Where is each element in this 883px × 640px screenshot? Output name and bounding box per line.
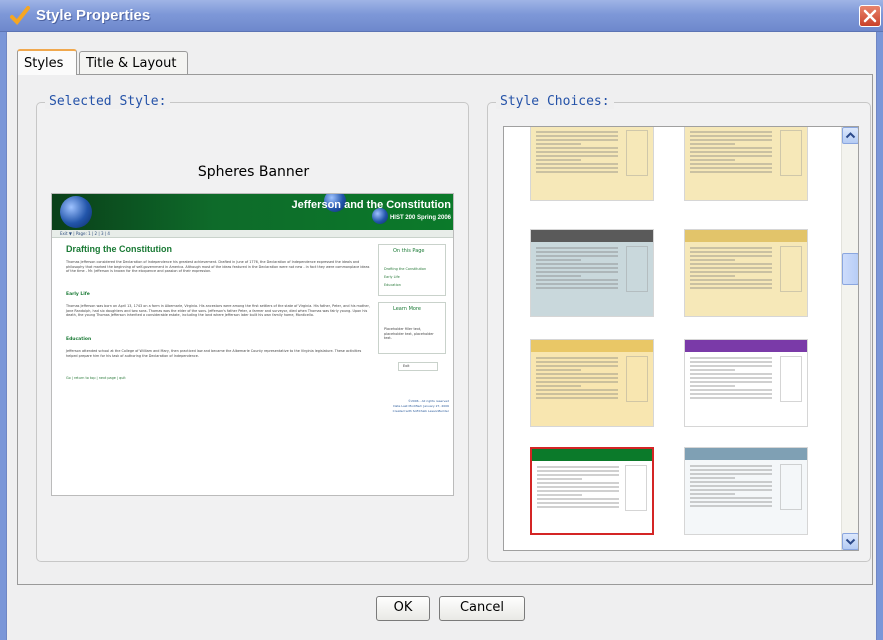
preview-footer-line: Date Last Modified: January 27, 2006 [393,404,449,408]
thumb-sidebar [626,130,648,176]
thumb-text-lines [690,465,772,509]
style-name: Spheres Banner [197,164,310,180]
style-choice-sunburst[interactable] [530,339,654,427]
style-choices-label: Style Choices: [496,94,614,109]
thumb-sidebar [780,356,802,402]
thumb-sidebar [626,246,648,292]
thumb-banner [531,230,653,242]
chevron-up-icon [845,132,856,139]
vertical-scrollbar[interactable] [841,127,858,550]
toc-link: Early Life [384,275,400,279]
thumb-sidebar [780,130,802,176]
dialog-body: Styles Title & Layout Selected Style: Sp… [6,32,877,640]
tab-styles[interactable]: Styles [17,49,77,75]
scroll-down-button[interactable] [842,533,858,550]
thumb-banner [685,448,807,460]
exit-select: Exit [398,362,438,371]
on-this-page-title: On this Page [393,248,425,254]
preview-nav-text: Exit ▼ | Page: 1 | 2 | 3 | 4 [60,231,110,236]
thumb-text-lines [690,131,772,175]
thumb-banner [685,340,807,352]
preview-footer-line: Created with SoftChalk LessonBuilder [392,409,449,413]
preview-subheading: Education [66,337,92,342]
selected-style-group: Selected Style: Spheres Banner Jefferson… [36,94,469,562]
learn-more-box: Learn More Placeholder filler text, plac… [378,302,446,354]
preview-banner-subtitle: HIST 200 Spring 2006 [389,215,451,221]
thumb-sidebar [780,464,802,510]
style-choice-sand[interactable] [684,229,808,317]
style-choice-parchment-a[interactable] [530,127,654,201]
thumb-text-lines [537,466,619,510]
selected-style-label: Selected Style: [45,94,171,109]
window-title: Style Properties [36,7,151,24]
preview-heading: Drafting the Constitution [66,244,172,254]
learn-more-title: Learn More [393,306,421,312]
style-thumbnails [504,127,842,550]
tab-panel: Selected Style: Spheres Banner Jefferson… [17,74,873,585]
preview-banner-title: Jefferson and the Constitution [291,199,452,211]
thumb-banner [531,340,653,352]
sphere-image [60,196,92,228]
style-choice-mosaic[interactable] [684,447,808,535]
ok-button[interactable]: OK [376,596,430,621]
style-choices-list [503,126,859,551]
thumb-banner [532,449,652,461]
close-icon [863,9,877,23]
preview-paragraph: Thomas Jefferson considered the Declarat… [66,260,370,274]
preview-paragraph: Jefferson attended school at the College… [66,349,362,358]
scroll-up-button[interactable] [842,127,858,144]
cancel-button[interactable]: Cancel [439,596,525,621]
style-choice-slate[interactable] [530,229,654,317]
thumb-sidebar [625,465,647,511]
tab-title-layout[interactable]: Title & Layout [79,51,188,74]
thumb-text-lines [536,131,618,175]
preview-footer-line: ©2006 - All rights reserved [407,399,449,403]
style-choice-violet[interactable] [684,339,808,427]
exit-label: Exit [403,364,410,368]
style-choice-spheres-banner[interactable] [530,447,654,535]
style-choice-parchment-b[interactable] [684,127,808,201]
preview-banner: Jefferson and the Constitution HIST 200 … [52,194,453,230]
on-this-page-box: On this Page Drafting the Constitution E… [378,244,446,296]
preview-paragraph: Thomas Jefferson was born on April 13, 1… [66,304,370,318]
thumb-text-lines [690,247,772,291]
preview-subheading: Early Life [66,292,90,297]
toc-link: Drafting the Constitution [384,267,427,271]
learn-more-text: Placeholder filler text, placeholder tex… [384,327,434,341]
thumb-text-lines [690,357,772,401]
scroll-thumb[interactable] [842,253,858,285]
title-bar: Style Properties [0,0,883,32]
thumb-sidebar [780,246,802,292]
thumb-banner [685,230,807,242]
preview-nav: Exit ▼ | Page: 1 | 2 | 3 | 4 [52,230,453,238]
preview-footer-link: Go | return to top | next page | quit [66,376,126,380]
chevron-down-icon [845,538,856,545]
toc-link: Education [384,283,401,287]
thumb-text-lines [536,247,618,291]
thumb-text-lines [536,357,618,401]
checkmark-icon [10,6,30,26]
style-preview: Jefferson and the Constitution HIST 200 … [51,193,454,496]
thumb-sidebar [626,356,648,402]
close-button[interactable] [859,5,881,27]
style-choices-group: Style Choices: [487,94,871,562]
